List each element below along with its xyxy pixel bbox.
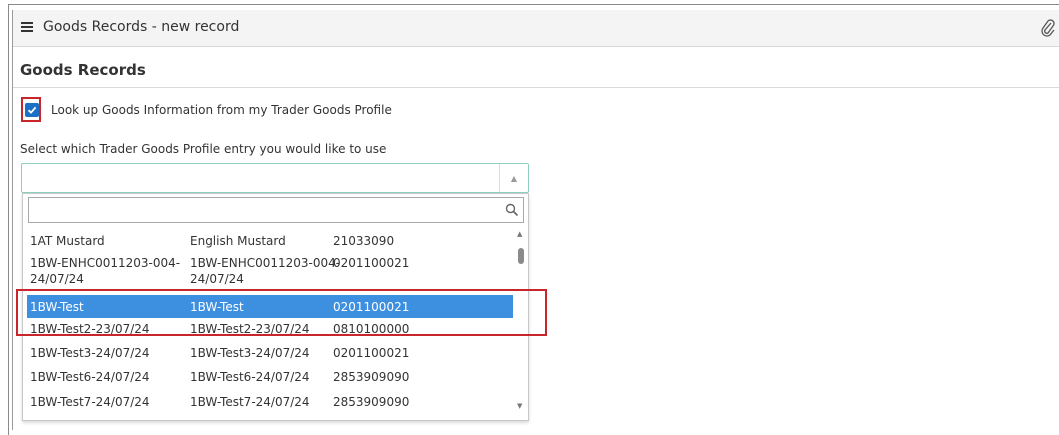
dropdown-search[interactable] (28, 197, 524, 223)
checkmark-icon (27, 106, 37, 114)
profile-dropdown: 1AT Mustard English Mustard 21033090 1BW… (22, 193, 529, 421)
item-reference: 1AT Mustard (30, 234, 105, 248)
hamburger-icon[interactable] (21, 22, 33, 32)
list-item[interactable]: 1BW-ENHC0011203-004- 24/07/24 1BW-ENHC00… (27, 255, 513, 287)
title-bar: Goods Records - new record (13, 10, 1059, 47)
item-reference: 1BW-Test6-24/07/24 (30, 370, 150, 384)
item-reference: 1BW-Test7-24/07/24 (30, 395, 150, 409)
item-commodity-code: 0810100000 (333, 322, 410, 336)
item-commodity-code: 0201100021 (333, 256, 410, 270)
list-item[interactable]: 1BW-Test7-24/07/24 1BW-Test7-24/07/24 28… (27, 394, 513, 414)
scrollbar-thumb[interactable] (518, 248, 524, 264)
item-description: 1BW-ENHC0011203-004- 24/07/24 (190, 256, 341, 286)
lookup-checkbox[interactable] (25, 103, 39, 117)
scroll-down-icon[interactable]: ▼ (517, 402, 522, 410)
item-description: 1BW-Test7-24/07/24 (190, 395, 310, 409)
item-reference: 1BW-Test (30, 300, 84, 314)
search-input[interactable] (33, 199, 497, 223)
scroll-up-icon[interactable]: ▲ (517, 230, 522, 238)
goods-records-panel: Goods Records Look up Goods Information … (13, 47, 1059, 423)
list-item-selected[interactable]: 1BW-Test 1BW-Test 0201100021 (27, 295, 513, 318)
window-title: Goods Records - new record (43, 19, 240, 35)
search-icon (505, 203, 519, 217)
item-description: 1BW-Test (190, 300, 244, 314)
item-reference: 1BW-ENHC0011203-004- 24/07/24 (30, 256, 181, 286)
item-description: 1BW-Test2-23/07/24 (190, 322, 310, 336)
item-commodity-code: 0201100021 (333, 346, 410, 360)
section-title: Goods Records (20, 61, 146, 79)
list-item[interactable]: 1BW-Test6-24/07/24 1BW-Test6-24/07/24 28… (27, 369, 513, 389)
item-description: 1BW-Test3-24/07/24 (190, 346, 310, 360)
item-commodity-code: 0201100021 (333, 300, 410, 314)
item-reference: 1BW-Test2-23/07/24 (30, 322, 150, 336)
list-item[interactable]: 1AT Mustard English Mustard 21033090 (27, 233, 513, 253)
item-commodity-code: 2853909090 (333, 370, 410, 384)
list-item[interactable]: 1BW-Test2-23/07/24 1BW-Test2-23/07/24 08… (27, 321, 513, 341)
item-commodity-code: 21033090 (333, 234, 395, 248)
lookup-checkbox-label: Look up Goods Information from my Trader… (51, 103, 392, 117)
list-item[interactable]: 1BW-Test3-24/07/24 1BW-Test3-24/07/24 02… (27, 345, 513, 365)
caret-up-icon[interactable]: ▲ (499, 164, 528, 192)
list-scrollbar[interactable]: ▲ ▼ (516, 228, 526, 418)
profile-list: 1AT Mustard English Mustard 21033090 1BW… (23, 228, 513, 420)
section-divider (13, 87, 1059, 88)
item-description: 1BW-Test6-24/07/24 (190, 370, 310, 384)
item-commodity-code: 2853909090 (333, 395, 410, 409)
select-label: Select which Trader Goods Profile entry … (20, 142, 387, 156)
item-reference: 1BW-Test3-24/07/24 (30, 346, 150, 360)
item-description: English Mustard (190, 234, 286, 248)
profile-select[interactable]: ▲ (21, 163, 529, 193)
paperclip-icon[interactable] (1041, 19, 1055, 37)
